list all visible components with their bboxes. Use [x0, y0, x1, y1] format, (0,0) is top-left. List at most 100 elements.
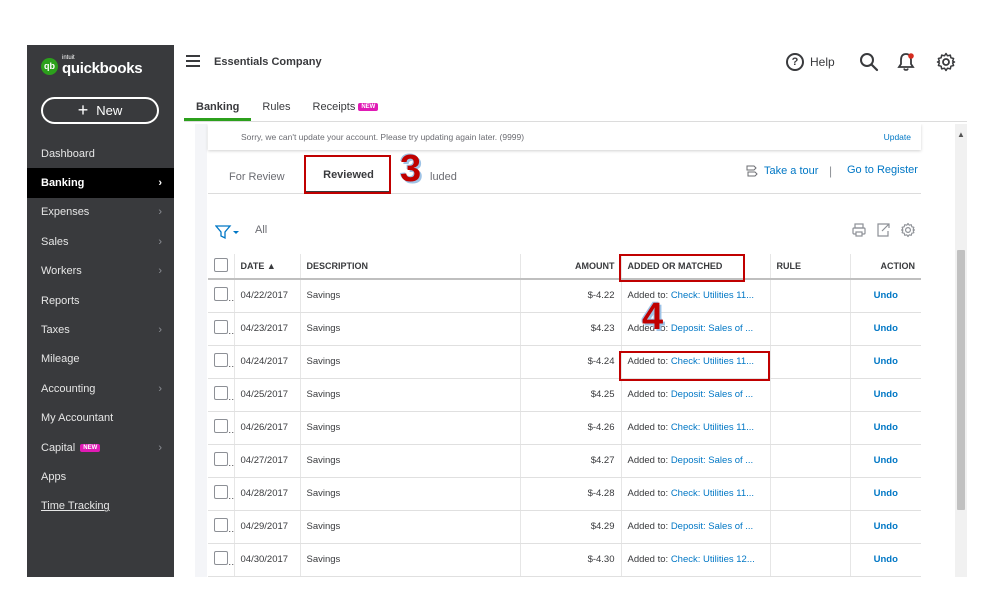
scroll-up-arrow[interactable]: ▲ [955, 130, 967, 139]
sidebar-item-workers[interactable]: Workers › [27, 257, 174, 286]
update-link[interactable]: Update [884, 132, 911, 142]
search-icon[interactable] [859, 52, 879, 72]
tab-rules[interactable]: Rules [251, 97, 301, 121]
undo-button[interactable]: Undo [850, 543, 921, 577]
table-row[interactable]: 04/26/2017 Savings $-4.26 Added to: Check: … [208, 411, 921, 445]
cell-amount: $4.23 [520, 312, 622, 346]
top-header: Essentials Company ? Help [174, 45, 967, 85]
annotation-step-4: 4 [642, 296, 664, 338]
cell-rule [770, 543, 851, 577]
sidebar-item-capital[interactable]: Capital NEW › [27, 433, 174, 462]
undo-button[interactable]: Undo [850, 411, 921, 445]
row-checkbox[interactable] [214, 452, 228, 466]
sidebar-item-label: Dashboard [41, 147, 95, 160]
matched-transaction-link[interactable]: Check: Utilities 11... [671, 290, 754, 301]
table-row[interactable]: 04/22/2017 Savings $-4.22 Added to: Check: … [208, 279, 921, 313]
tab-receipts[interactable]: Receipts NEW [302, 97, 390, 121]
cell-added-or-matched: Added to: Check: Utilities 11... [621, 411, 771, 445]
cell-added-or-matched: Added to: Check: Utilities 12... [621, 543, 771, 577]
matched-transaction-link[interactable]: Check: Utilities 11... [671, 422, 754, 433]
table-row[interactable]: 04/28/2017 Savings $-4.28 Added to: Check: … [208, 477, 921, 511]
table-settings-icon[interactable] [900, 222, 916, 238]
quickbooks-logo[interactable]: qb intuit quickbooks [41, 55, 143, 77]
cell-amount: $4.29 [520, 510, 622, 544]
table-row[interactable]: 04/24/2017 Savings $-4.24 Added to: Check: … [208, 345, 921, 379]
row-checkbox[interactable] [214, 353, 228, 367]
new-button[interactable]: + New [41, 97, 159, 124]
row-checkbox[interactable] [214, 485, 228, 499]
row-checkbox[interactable] [214, 551, 228, 565]
sidebar-item-taxes[interactable]: Taxes › [27, 315, 174, 344]
print-icon[interactable] [851, 222, 867, 238]
table-row[interactable]: 04/30/2017 Savings $-4.30 Added to: Check: … [208, 543, 921, 577]
matched-transaction-link[interactable]: Check: Utilities 11... [671, 488, 754, 499]
menu-icon[interactable] [186, 55, 200, 67]
sidebar-item-expenses[interactable]: Expenses › [27, 198, 174, 227]
select-all-checkbox[interactable] [214, 258, 228, 272]
go-to-register-link[interactable]: Go to Register [847, 164, 918, 176]
row-checkbox[interactable] [214, 287, 228, 302]
row-select-cell [208, 312, 235, 346]
undo-button[interactable]: Undo [850, 510, 921, 544]
row-checkbox[interactable] [214, 518, 228, 532]
export-icon[interactable] [875, 222, 891, 238]
header-rule[interactable]: RULE [770, 254, 851, 280]
undo-button[interactable]: Undo [850, 312, 921, 346]
tab-for-review[interactable]: For Review [229, 159, 285, 194]
matched-transaction-link[interactable]: Deposit: Sales of ... [671, 389, 753, 400]
sidebar-item-banking[interactable]: Banking › [27, 168, 174, 198]
matched-transaction-link[interactable]: Deposit: Sales of ... [671, 323, 753, 334]
sidebar-item-apps[interactable]: Apps [27, 462, 174, 491]
row-checkbox[interactable] [214, 419, 228, 433]
chevron-right-icon: › [158, 235, 162, 248]
header-date[interactable]: DATE ▲ [234, 254, 301, 280]
divider [184, 121, 967, 122]
sidebar-item-label: Banking [41, 177, 85, 190]
sidebar-item-accounting[interactable]: Accounting › [27, 374, 174, 403]
bell-icon[interactable] [896, 52, 916, 72]
matched-transaction-link[interactable]: Check: Utilities 12... [671, 554, 755, 565]
table-row[interactable]: 04/25/2017 Savings $4.25 Added to: Deposit:… [208, 378, 921, 412]
sidebar-item-mileage[interactable]: Mileage [27, 345, 174, 374]
cell-rule [770, 279, 851, 313]
header-description[interactable]: DESCRIPTION [300, 254, 521, 280]
matched-transaction-link[interactable]: Deposit: Sales of ... [671, 521, 753, 532]
sidebar-item-dashboard[interactable]: Dashboard [27, 139, 174, 168]
undo-button[interactable]: Undo [850, 477, 921, 511]
matched-transaction-link[interactable]: Deposit: Sales of ... [671, 455, 753, 466]
undo-button[interactable]: Undo [850, 444, 921, 478]
sidebar-item-reports[interactable]: Reports [27, 286, 174, 315]
scrollbar-thumb[interactable] [957, 250, 965, 510]
cell-date: 04/29/2017 [234, 510, 301, 544]
row-checkbox[interactable] [214, 320, 228, 334]
header-amount[interactable]: AMOUNT [520, 254, 622, 280]
gear-icon[interactable] [936, 52, 956, 72]
sidebar-nav: Dashboard Banking › Expenses › Sales › Workers ›… [27, 139, 174, 521]
tab-banking[interactable]: Banking [184, 97, 252, 121]
select-all-cell [208, 254, 235, 280]
row-checkbox[interactable] [214, 386, 228, 400]
tab-banking-label: Banking [196, 101, 240, 113]
plus-icon: + [77, 99, 89, 120]
filter-icon[interactable] [215, 224, 241, 240]
row-select-cell [208, 510, 235, 544]
cell-added-or-matched: Added to: Deposit: Sales of ... [621, 510, 771, 544]
sidebar-item-time-tracking[interactable]: Time Tracking [27, 492, 174, 521]
tab-receipts-label: Receipts [312, 101, 356, 113]
row-select-cell [208, 477, 235, 511]
sidebar-item-my-accountant[interactable]: My Accountant [27, 404, 174, 433]
filter-row: All [208, 222, 921, 242]
undo-button[interactable]: Undo [850, 279, 921, 313]
undo-button[interactable]: Undo [850, 345, 921, 379]
sidebar-item-sales[interactable]: Sales › [27, 227, 174, 256]
table-row[interactable]: 04/27/2017 Savings $4.27 Added to: Deposit:… [208, 444, 921, 478]
table-body: 04/22/2017 Savings $-4.22 Added to: Check: … [208, 279, 921, 577]
help-button[interactable]: ? Help [786, 53, 835, 71]
vertical-scrollbar[interactable]: ▲ [955, 124, 967, 577]
take-tour-link[interactable]: Take a tour [745, 164, 818, 178]
sidebar-item-label: My Accountant [41, 412, 114, 425]
tab-excluded[interactable]: luded [430, 159, 457, 194]
table-row[interactable]: 04/23/2017 Savings $4.23 Added to: Deposit:… [208, 312, 921, 346]
table-row[interactable]: 04/29/2017 Savings $4.29 Added to: Deposit:… [208, 510, 921, 544]
undo-button[interactable]: Undo [850, 378, 921, 412]
